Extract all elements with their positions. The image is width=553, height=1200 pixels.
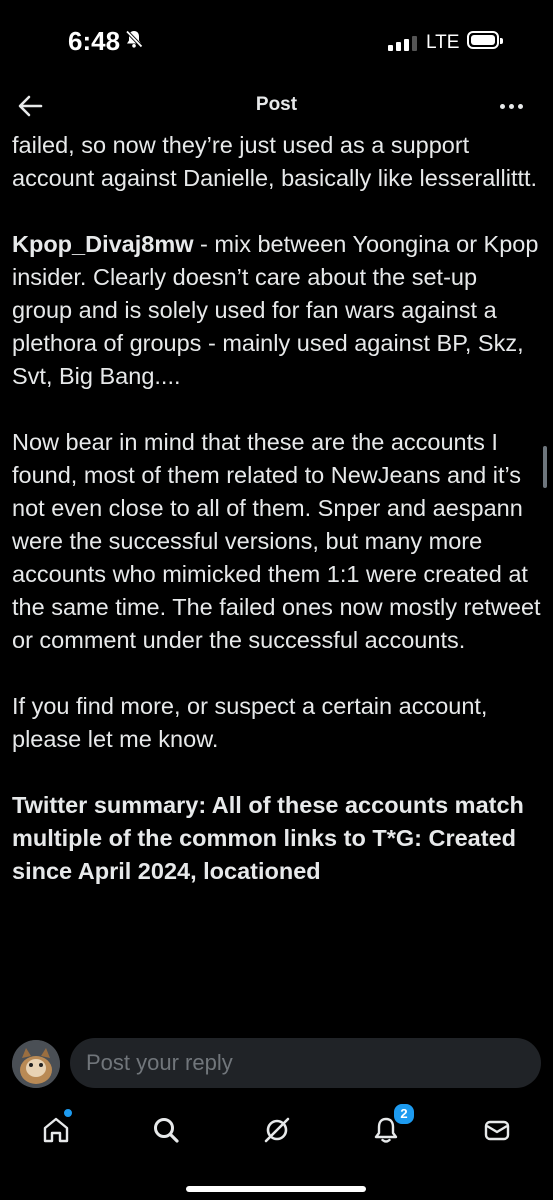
envelope-icon	[484, 1120, 510, 1141]
post-paragraph: If you find more, or suspect a certain a…	[12, 693, 488, 752]
status-time: 6:48	[68, 26, 121, 56]
network-type: LTE	[426, 32, 460, 53]
page-title: Post	[255, 94, 298, 115]
status-bar: 6:48 LTE	[0, 0, 553, 80]
post-body: failed, so now they’re just used as a su…	[12, 129, 542, 888]
messages-tab[interactable]	[477, 1110, 517, 1150]
notifications-badge: 2	[392, 1102, 416, 1126]
post-paragraph: Kpop_Divaj8mw - mix between Yoongina or …	[12, 228, 542, 393]
post-paragraph: Now bear in mind that these are the acco…	[12, 429, 541, 653]
home-icon	[43, 1117, 69, 1143]
scrollbar[interactable]	[543, 446, 547, 488]
reply-input[interactable]	[70, 1038, 541, 1088]
bell-off-icon	[125, 30, 143, 48]
grok-icon	[264, 1117, 290, 1143]
reply-bar	[0, 1028, 553, 1096]
bottom-tab-bar: 2	[0, 1096, 553, 1200]
search-icon	[154, 1118, 179, 1143]
avatar[interactable]	[12, 1040, 60, 1088]
post-paragraph: failed, so now they’re just used as a su…	[12, 132, 538, 191]
account-handle: Kpop_Divaj8mw	[12, 231, 194, 257]
post-paragraph-summary: Twitter summary: All of these accounts m…	[12, 792, 524, 884]
search-tab[interactable]	[146, 1110, 186, 1150]
more-options-icon[interactable]	[500, 104, 523, 109]
battery-icon	[467, 31, 503, 49]
post-header: Post	[0, 80, 553, 132]
cellular-signal-icon	[388, 36, 417, 51]
home-indicator[interactable]	[186, 1186, 366, 1192]
home-unread-dot	[62, 1107, 74, 1119]
grok-tab[interactable]	[257, 1110, 297, 1150]
